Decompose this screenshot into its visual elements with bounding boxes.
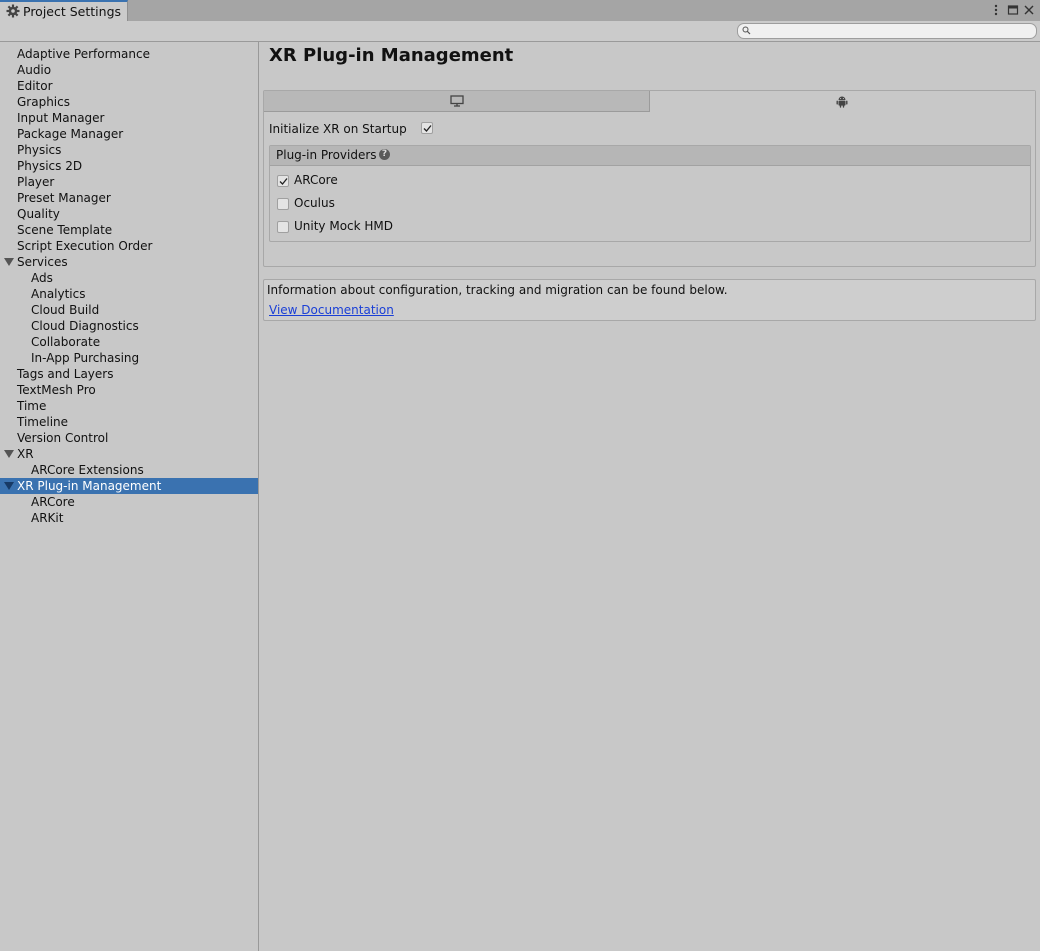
sidebar-item-textmesh-pro[interactable]: TextMesh Pro [0,382,258,398]
sidebar-item-xr-plugin-management[interactable]: XR Plug-in Management [0,478,258,494]
checkmark-icon [279,178,288,185]
sidebar-item-time[interactable]: Time [0,398,258,414]
provider-label-unity-mock-hmd: Unity Mock HMD [294,219,394,233]
more-vertical-icon[interactable] [990,3,1002,17]
sidebar-item-xr[interactable]: XR [0,446,258,462]
expand-arrow-icon[interactable] [4,450,14,458]
page-title: XR Plug-in Management [269,45,514,66]
sidebar-item-label: Graphics [17,95,70,109]
sidebar-item-cloud-diagnostics[interactable]: Cloud Diagnostics [0,318,258,334]
sidebar-item-services[interactable]: Services [0,254,258,270]
sidebar-item-arcore[interactable]: ARCore [0,494,258,510]
sidebar-item-collaborate[interactable]: Collaborate [0,334,258,350]
provider-checkbox-arcore[interactable] [277,175,289,187]
sidebar-item-label: Package Manager [17,127,124,141]
sidebar-item-label: Physics [17,143,62,157]
sidebar-item-physics[interactable]: Physics [0,142,258,158]
sidebar-item-graphics[interactable]: Graphics [0,94,258,110]
sidebar-item-label: Quality [17,207,60,221]
sidebar-item-label: In-App Purchasing [31,351,140,365]
tab-desktop[interactable] [264,91,650,112]
sidebar-item-adaptive-performance[interactable]: Adaptive Performance [0,46,258,62]
search-icon [742,26,751,35]
sidebar-item-label: XR [17,447,34,461]
sidebar-item-script-execution-order[interactable]: Script Execution Order [0,238,258,254]
sidebar-item-in-app-purchasing[interactable]: In-App Purchasing [0,350,258,366]
plugin-providers-group: Plug-in Providers ? ARCore Oculus Unity … [269,145,1031,242]
view-documentation-link[interactable]: View Documentation [269,303,394,317]
tab-android[interactable] [650,91,1035,111]
sidebar-item-quality[interactable]: Quality [0,206,258,222]
sidebar-item-label: Cloud Build [31,303,100,317]
sidebar-item-physics-2d[interactable]: Physics 2D [0,158,258,174]
sidebar-item-editor[interactable]: Editor [0,78,258,94]
sidebar-item-label: TextMesh Pro [17,383,96,397]
info-text: Information about configuration, trackin… [267,283,728,297]
sidebar-item-label: Timeline [17,415,69,429]
sidebar-item-arcore-extensions[interactable]: ARCore Extensions [0,462,258,478]
sidebar-item-ads[interactable]: Ads [0,270,258,286]
sidebar-item-scene-template[interactable]: Scene Template [0,222,258,238]
settings-sidebar: Adaptive Performance Audio Editor Graphi… [0,42,259,951]
sidebar-item-label: XR Plug-in Management [17,479,162,493]
sidebar-item-label: Tags and Layers [17,367,114,381]
maximize-icon[interactable] [1007,3,1019,17]
sidebar-item-preset-manager[interactable]: Preset Manager [0,190,258,206]
sidebar-item-input-manager[interactable]: Input Manager [0,110,258,126]
project-settings-tab[interactable]: Project Settings [0,0,128,21]
sidebar-item-tags-and-layers[interactable]: Tags and Layers [0,366,258,382]
provider-checkbox-unity-mock-hmd[interactable] [277,221,289,233]
gear-icon [6,4,20,18]
plugin-providers-header: Plug-in Providers ? [270,146,1030,166]
tab-title: Project Settings [23,4,122,19]
init-xr-label: Initialize XR on Startup [269,122,407,136]
window-tabbar: Project Settings [0,0,1040,22]
toolbar [0,21,1040,42]
info-box: Information about configuration, trackin… [263,279,1036,321]
sidebar-item-analytics[interactable]: Analytics [0,286,258,302]
sidebar-item-label: ARKit [31,511,64,525]
sidebar-item-label: Version Control [17,431,109,445]
help-icon[interactable]: ? [379,149,390,160]
sidebar-item-label: Audio [17,63,52,77]
sidebar-item-arkit[interactable]: ARKit [0,510,258,526]
sidebar-item-label: Collaborate [31,335,101,349]
close-icon[interactable] [1023,3,1035,17]
expand-arrow-icon[interactable] [4,482,14,490]
platform-settings-panel: Initialize XR on Startup Plug-in Provide… [263,90,1036,267]
sidebar-item-label: Input Manager [17,111,105,125]
plugin-providers-title: Plug-in Providers [276,148,377,162]
sidebar-item-label: Adaptive Performance [17,47,150,61]
sidebar-item-label: Physics 2D [17,159,83,173]
search-field[interactable] [737,23,1037,39]
desktop-icon [450,95,464,107]
provider-checkbox-oculus[interactable] [277,198,289,210]
sidebar-item-version-control[interactable]: Version Control [0,430,258,446]
sidebar-item-label: Preset Manager [17,191,111,205]
sidebar-item-label: Player [17,175,55,189]
sidebar-item-cloud-build[interactable]: Cloud Build [0,302,258,318]
sidebar-item-label: Time [17,399,47,413]
android-icon [836,96,848,108]
sidebar-item-label: Scene Template [17,223,113,237]
sidebar-item-label: ARCore [31,495,75,509]
checkmark-icon [423,125,432,132]
sidebar-item-label: Script Execution Order [17,239,153,253]
search-input[interactable] [754,24,1029,38]
sidebar-item-label: ARCore Extensions [31,463,144,477]
sidebar-item-label: Services [17,255,68,269]
sidebar-item-timeline[interactable]: Timeline [0,414,258,430]
provider-label-oculus: Oculus [294,196,335,210]
sidebar-item-label: Cloud Diagnostics [31,319,139,333]
settings-content: XR Plug-in Management Initialize XR on S… [259,42,1040,951]
provider-label-arcore: ARCore [294,173,338,187]
sidebar-item-audio[interactable]: Audio [0,62,258,78]
init-xr-checkbox[interactable] [421,122,433,134]
sidebar-item-package-manager[interactable]: Package Manager [0,126,258,142]
sidebar-item-label: Ads [31,271,53,285]
sidebar-item-label: Analytics [31,287,86,301]
expand-arrow-icon[interactable] [4,258,14,266]
sidebar-item-label: Editor [17,79,53,93]
sidebar-item-player[interactable]: Player [0,174,258,190]
